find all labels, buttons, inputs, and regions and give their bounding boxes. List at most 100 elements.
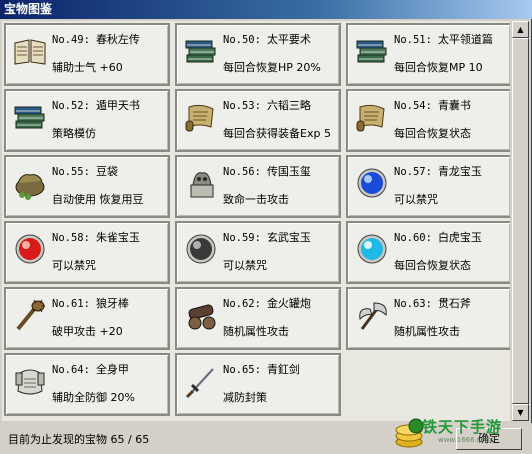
book-stack-icon (183, 33, 219, 69)
treasure-title: No.49: 春秋左传 (52, 31, 140, 47)
treasure-number: No.63: (394, 298, 432, 310)
treasure-card[interactable]: No.57: 青龙宝玉可以禁咒 (346, 155, 510, 218)
treasure-card[interactable]: No.62: 金火罐炮 随机属性攻击 (175, 287, 341, 350)
treasure-title: No.51: 太平领道篇 (394, 31, 493, 47)
treasure-title: No.56: 传国玉玺 (223, 163, 311, 179)
treasure-card[interactable]: No.55: 豆袋自动使用 恢复用豆 (4, 155, 170, 218)
treasure-number: No.59: (223, 232, 261, 244)
treasure-number: No.60: (394, 232, 432, 244)
cyan-orb-icon (354, 231, 390, 267)
treasure-effect: 每回合恢复状态 (394, 127, 471, 140)
treasure-name: 玄武宝玉 (266, 231, 311, 244)
treasure-effect: 辅助士气 +60 (52, 61, 123, 74)
treasure-effect: 自动使用 恢复用豆 (52, 193, 144, 206)
scroll-up-button[interactable]: ▲ (512, 21, 529, 38)
book-icon (12, 33, 48, 69)
treasure-number: No.53: (223, 100, 261, 112)
treasure-card[interactable]: No.49: 春秋左传辅助士气 +60 (4, 23, 170, 86)
treasure-card[interactable]: No.53: 六韬三略每回合获得装备Exp 5 (175, 89, 341, 152)
treasure-name: 青囊书 (437, 99, 471, 112)
treasure-number: No.50: (223, 34, 261, 46)
treasure-title: No.58: 朱雀宝玉 (52, 229, 140, 245)
spiked-club-icon (12, 297, 48, 333)
treasure-catalog-window: 宝物图鉴 No.49: 春秋左传辅助士气 +60 No.50: 太平要术 每回合恢复HP… (0, 0, 532, 454)
treasure-title: No.57: 青龙宝玉 (394, 163, 482, 179)
treasure-card[interactable]: No.59: 玄武宝玉 可以禁咒 (175, 221, 341, 284)
treasure-effect: 可以禁咒 (394, 193, 438, 206)
vertical-scrollbar[interactable]: ▲ ▼ (512, 21, 529, 421)
treasure-title: No.52: 遁甲天书 (52, 97, 140, 113)
window-title: 宝物图鉴 (0, 0, 532, 19)
discovered-count: 目前为止发现的宝物 65 / 65 (8, 433, 150, 446)
scroll-icon (183, 99, 219, 135)
cannon-icon (183, 297, 219, 333)
treasure-card[interactable]: No.52: 遁甲天书策略模仿 (4, 89, 170, 152)
treasure-card[interactable]: No.51: 太平领道篇每回合恢复MP 10 (346, 23, 510, 86)
treasure-card[interactable]: No.50: 太平要术 每回合恢复HP 20% (175, 23, 341, 86)
treasure-number: No.57: (394, 166, 432, 178)
black-orb-icon (183, 231, 219, 267)
treasure-card[interactable]: No.58: 朱雀宝玉 可以禁咒 (4, 221, 170, 284)
treasure-effect: 每回合恢复HP 20% (223, 61, 321, 74)
treasure-card[interactable]: No.63: 贯石斧随机属性攻击 (346, 287, 510, 350)
sword-icon (183, 363, 219, 399)
treasure-name: 全身甲 (95, 363, 129, 376)
treasure-number: No.64: (52, 364, 90, 376)
treasure-title: No.55: 豆袋 (52, 163, 118, 179)
treasure-card[interactable]: No.61: 狼牙棒 破甲攻击 +20 (4, 287, 170, 350)
treasure-number: No.61: (52, 298, 90, 310)
coin-stack-icon (395, 418, 424, 448)
treasure-card[interactable]: No.56: 传国玉玺 致命一击攻击 (175, 155, 341, 218)
treasure-name: 白虎宝玉 (437, 231, 482, 244)
treasure-number: No.55: (52, 166, 90, 178)
treasure-number: No.51: (394, 34, 432, 46)
treasure-name: 六韬三略 (266, 99, 311, 112)
blue-orb-icon (354, 165, 390, 201)
treasure-title: No.65: 青釭剑 (223, 361, 300, 377)
treasure-number: No.62: (223, 298, 261, 310)
treasure-title: No.61: 狼牙棒 (52, 295, 129, 311)
treasure-number: No.65: (223, 364, 261, 376)
treasure-title: No.53: 六韬三略 (223, 97, 311, 113)
treasure-card[interactable]: No.65: 青釭剑减防封策 (175, 353, 341, 416)
treasure-effect: 破甲攻击 +20 (52, 325, 123, 338)
axe-icon (354, 297, 390, 333)
treasure-card[interactable]: No.54: 青囊书每回合恢复状态 (346, 89, 510, 152)
red-orb-icon (12, 231, 48, 267)
treasure-name: 豆袋 (95, 165, 118, 178)
treasure-effect: 致命一击攻击 (223, 193, 289, 206)
book-stack-icon (12, 99, 48, 135)
treasure-effect: 减防封策 (223, 391, 267, 404)
treasure-card[interactable]: No.60: 白虎宝玉 每回合恢复状态 (346, 221, 510, 284)
treasure-name: 贯石斧 (437, 297, 471, 310)
treasure-effect: 辅助全防御 20% (52, 391, 135, 404)
treasure-effect: 每回合恢复MP 10 (394, 61, 483, 74)
treasure-number: No.54: (394, 100, 432, 112)
treasure-grid: No.49: 春秋左传 辅助士气 +60 No.50: 太平要术 每回合恢复HP 20% N… (2, 21, 510, 421)
treasure-effect: 随机属性攻击 (394, 325, 460, 338)
treasure-number: No.56: (223, 166, 261, 178)
treasure-name: 金火罐炮 (266, 297, 311, 310)
treasure-number: No.49: (52, 34, 90, 46)
treasure-effect: 策略模仿 (52, 127, 96, 140)
treasure-card[interactable]: No.64: 全身甲辅助全防御 20% (4, 353, 170, 416)
treasure-number: No.52: (52, 100, 90, 112)
treasure-name: 太平领道篇 (437, 33, 493, 46)
watermark-text: 铁天下手游 (422, 418, 503, 436)
treasure-name: 青釭剑 (266, 363, 300, 376)
treasure-title: No.50: 太平要术 (223, 31, 311, 47)
treasure-effect: 每回合获得装备Exp 5 (223, 127, 331, 140)
treasure-title: No.54: 青囊书 (394, 97, 471, 113)
jade-seal-icon (183, 165, 219, 201)
treasure-title: No.64: 全身甲 (52, 361, 129, 377)
watermark-url: www.1666.com (438, 436, 492, 444)
treasure-title: No.59: 玄武宝玉 (223, 229, 311, 245)
treasure-name: 遁甲天书 (95, 99, 140, 112)
treasure-name: 春秋左传 (95, 33, 140, 46)
armor-icon (12, 363, 48, 399)
treasure-name: 青龙宝玉 (437, 165, 482, 178)
scroll-thumb[interactable] (512, 38, 529, 404)
treasure-title: No.60: 白虎宝玉 (394, 229, 482, 245)
treasure-title: No.63: 贯石斧 (394, 295, 471, 311)
book-stack-icon (354, 33, 390, 69)
